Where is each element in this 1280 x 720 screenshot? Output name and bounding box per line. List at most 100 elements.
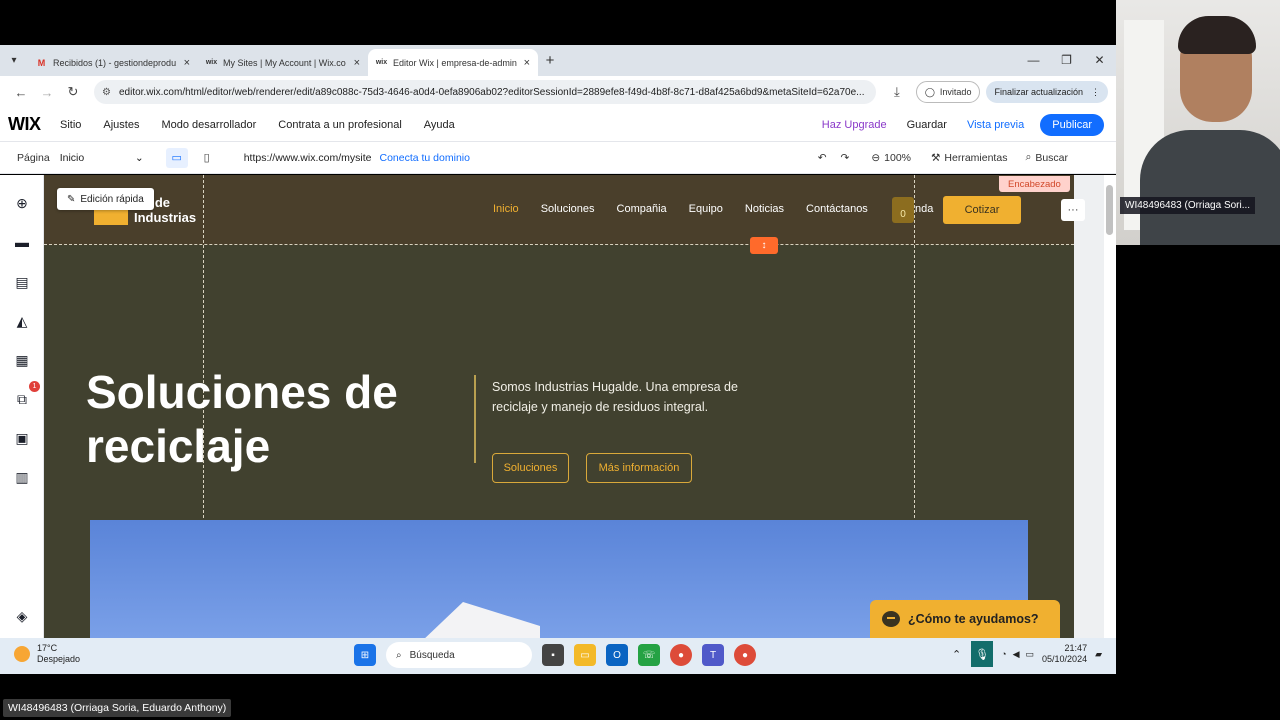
redo-icon[interactable]: ↷ bbox=[841, 152, 850, 164]
design-icon[interactable]: ◭ bbox=[13, 312, 31, 330]
nav-noticias[interactable]: Noticias bbox=[745, 203, 784, 215]
tools-label: Herramientas bbox=[944, 151, 1008, 164]
minimize-icon[interactable]: — bbox=[1017, 45, 1050, 76]
nav-soluciones[interactable]: Soluciones bbox=[541, 203, 595, 215]
back-icon[interactable]: ← bbox=[8, 85, 34, 100]
microphone-icon[interactable]: 🎙 bbox=[971, 641, 994, 667]
chat-help-button[interactable]: ¿Cómo te ayudamos? bbox=[870, 600, 1060, 638]
more-actions-icon[interactable]: ··· bbox=[1061, 199, 1085, 221]
editor-canvas[interactable]: alde Industrias Inicio Soluciones Compañ… bbox=[44, 175, 1104, 638]
profile-button[interactable]: ◯ Invitado bbox=[915, 81, 981, 103]
search-button[interactable]: ⌕ Buscar bbox=[1025, 151, 1068, 164]
menu-modo-desarrollador[interactable]: Modo desarrollador bbox=[161, 119, 256, 131]
nav-inicio[interactable]: Inicio bbox=[493, 203, 519, 215]
scroll-thumb[interactable] bbox=[1106, 185, 1113, 235]
preview-button[interactable]: Vista previa bbox=[967, 119, 1024, 131]
nav-compania[interactable]: Compañia bbox=[617, 203, 667, 215]
save-button[interactable]: Guardar bbox=[907, 119, 947, 131]
menu-ajustes[interactable]: Ajustes bbox=[103, 119, 139, 131]
url-field[interactable]: ⚙ editor.wix.com/html/editor/web/rendere… bbox=[94, 80, 876, 104]
upgrade-link[interactable]: Haz Upgrade bbox=[822, 119, 887, 131]
close-icon[interactable]: × bbox=[354, 57, 360, 69]
taskbar-apps: ⊞ ⌕ Búsqueda ▪ ▭ O ☏ ● T ● bbox=[354, 642, 766, 668]
reload-icon[interactable]: ↻ bbox=[60, 84, 86, 100]
tab-gmail[interactable]: M Recibidos (1) - gestiondeprodu × bbox=[28, 49, 198, 76]
connect-domain-link[interactable]: Conecta tu dominio bbox=[379, 152, 469, 164]
gmail-icon: M bbox=[37, 57, 46, 68]
tab-my-sites[interactable]: wix My Sites | My Account | Wix.co × bbox=[198, 49, 368, 76]
layers-icon[interactable]: ◈ bbox=[13, 607, 31, 625]
battery-icon[interactable]: ▭ bbox=[1026, 649, 1035, 660]
finish-update-button[interactable]: Finalizar actualización ⋮ bbox=[986, 81, 1108, 103]
nav-equipo[interactable]: Equipo bbox=[689, 203, 723, 215]
site-url-bar: https://www.wix.com/mysite Conecta tu do… bbox=[244, 147, 804, 169]
teams-icon[interactable]: T bbox=[702, 644, 724, 666]
page-label: Página bbox=[17, 151, 50, 164]
soluciones-button[interactable]: Soluciones bbox=[492, 453, 569, 483]
forward-icon[interactable]: → bbox=[34, 85, 60, 100]
business-apps-icon[interactable]: ⧉ bbox=[13, 390, 31, 408]
tools-button[interactable]: ⚒ Herramientas bbox=[931, 152, 1007, 164]
wix-top-bar: WIX Sitio Ajustes Modo desarrollador Con… bbox=[0, 108, 1116, 142]
hero-text[interactable]: Somos Industrias Hugalde. Una empresa de… bbox=[492, 377, 782, 417]
date: 05/10/2024 bbox=[1042, 654, 1088, 664]
file-explorer-icon[interactable]: ▭ bbox=[574, 644, 596, 666]
media-icon[interactable]: ▣ bbox=[13, 429, 31, 447]
notification-icon[interactable]: ▰ bbox=[1095, 649, 1102, 660]
site-info-icon[interactable]: ⚙ bbox=[102, 87, 111, 98]
wix-logo[interactable]: WIX bbox=[0, 114, 60, 135]
undo-icon[interactable]: ↶ bbox=[818, 152, 827, 164]
clock[interactable]: 21:47 05/10/2024 bbox=[1042, 643, 1087, 665]
restore-icon[interactable]: ❐ bbox=[1050, 45, 1083, 76]
page-selector[interactable]: Inicio ⌄ bbox=[60, 152, 144, 164]
menu-contrata[interactable]: Contrata a un profesional bbox=[278, 119, 402, 131]
kebab-icon: ⋮ bbox=[1091, 86, 1100, 97]
hero-title[interactable]: Soluciones de reciclaje bbox=[86, 365, 466, 473]
section-tag[interactable]: Encabezado bbox=[999, 176, 1070, 192]
weather-text: 17°C Despejado bbox=[37, 643, 80, 665]
help-label: ¿Cómo te ayudamos? bbox=[908, 612, 1039, 626]
nav-contactanos[interactable]: Contáctanos bbox=[806, 203, 868, 215]
nav-tienda[interactable]: nda bbox=[915, 203, 933, 215]
resize-handle-icon[interactable]: ↕ bbox=[750, 237, 778, 254]
desktop-icon[interactable]: ▭ bbox=[165, 147, 188, 168]
tab-editor-wix[interactable]: wix Editor Wix | empresa-de-admin × bbox=[368, 49, 538, 76]
chrome-icon[interactable]: ● bbox=[734, 644, 756, 666]
close-icon[interactable]: × bbox=[184, 57, 190, 69]
quick-edit-button[interactable]: ✎ Edición rápida bbox=[57, 188, 154, 210]
outlook-icon[interactable]: O bbox=[606, 644, 628, 666]
new-tab-icon[interactable]: + bbox=[538, 52, 562, 69]
mobile-icon[interactable]: ▯ bbox=[196, 148, 218, 168]
person-body bbox=[1140, 130, 1280, 245]
menu-ayuda[interactable]: Ayuda bbox=[424, 119, 455, 131]
start-icon[interactable]: ⊞ bbox=[354, 644, 376, 666]
taskbar-search[interactable]: ⌕ Búsqueda bbox=[386, 642, 532, 668]
chevron-up-icon[interactable]: ⌃ bbox=[952, 648, 961, 661]
volume-icon[interactable]: ◀ bbox=[1013, 649, 1020, 660]
zoom-control[interactable]: ⊖ 100% bbox=[871, 152, 911, 164]
cart-icon[interactable]: 0 bbox=[892, 197, 914, 223]
chrome-icon[interactable]: ● bbox=[670, 644, 692, 666]
pencil-icon: ✎ bbox=[67, 193, 76, 205]
mas-informacion-button[interactable]: Más información bbox=[586, 453, 692, 483]
system-tray: ⌃ 🎙 ◔ ◀ ▭ 21:47 05/10/2024 ▰ bbox=[952, 641, 1102, 667]
task-view-icon[interactable]: ▪ bbox=[542, 644, 564, 666]
pages-icon[interactable]: ▤ bbox=[13, 273, 31, 291]
publish-button[interactable]: Publicar bbox=[1040, 114, 1104, 136]
close-window-icon[interactable]: ✕ bbox=[1083, 45, 1116, 76]
cotizar-button[interactable]: Cotizar bbox=[943, 196, 1021, 224]
tab-search-icon[interactable]: ▾ bbox=[0, 45, 28, 76]
menu-sitio[interactable]: Sitio bbox=[60, 119, 81, 131]
close-icon[interactable]: × bbox=[524, 57, 530, 69]
tab-title: My Sites | My Account | Wix.co bbox=[223, 57, 346, 68]
wifi-icon[interactable]: ◔ bbox=[1001, 649, 1006, 659]
add-icon[interactable]: ⊕ bbox=[13, 194, 31, 212]
sections-icon[interactable]: ▬ bbox=[13, 233, 31, 251]
canvas-scrollbar[interactable] bbox=[1104, 175, 1116, 638]
apps-icon[interactable]: ▦ bbox=[13, 351, 31, 369]
cms-icon[interactable]: ▥ bbox=[13, 468, 31, 486]
whatsapp-icon[interactable]: ☏ bbox=[638, 644, 660, 666]
site-header[interactable]: alde Industrias Inicio Soluciones Compañ… bbox=[44, 175, 1085, 245]
download-icon[interactable]: ⤓ bbox=[884, 84, 910, 100]
weather-widget[interactable]: 17°C Despejado bbox=[14, 643, 80, 665]
